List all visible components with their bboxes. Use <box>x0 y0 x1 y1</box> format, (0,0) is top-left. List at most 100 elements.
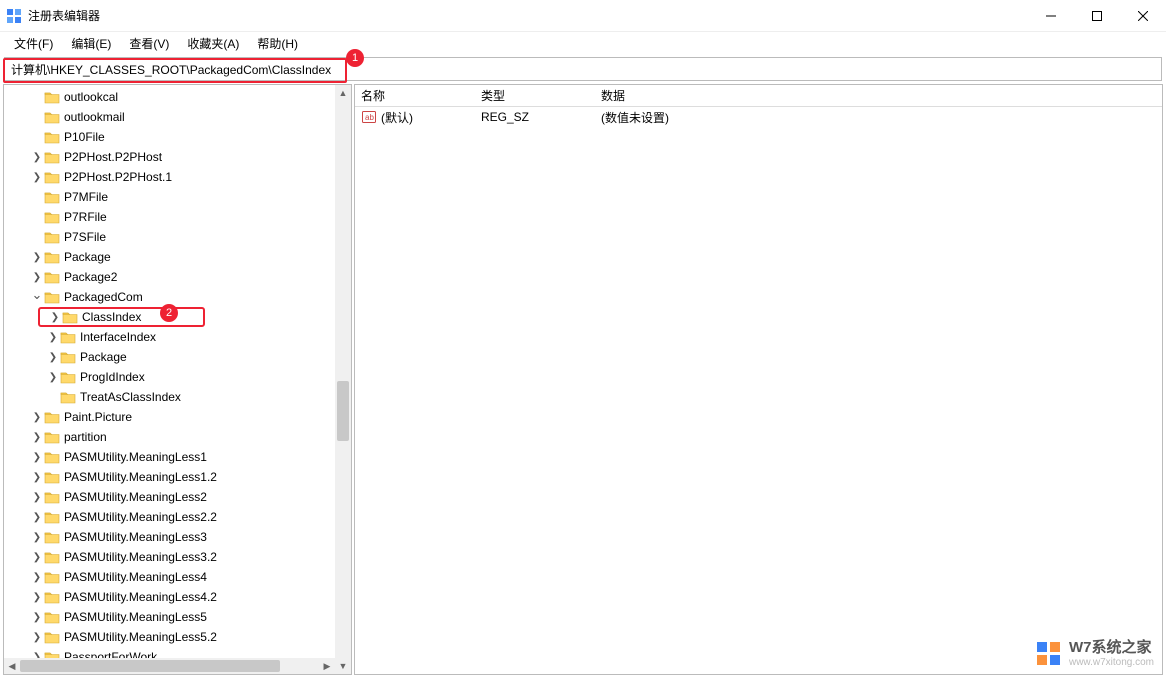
expand-icon[interactable]: ❯ <box>30 172 44 183</box>
folder-icon <box>44 650 60 658</box>
tree-item-partition[interactable]: ❯partition <box>4 427 335 447</box>
tree-item-pasmutility-meaningless3-2[interactable]: ❯PASMUtility.MeaningLess3.2 <box>4 547 335 567</box>
tree-item-label: TreatAsClassIndex <box>80 390 181 404</box>
expand-icon[interactable]: ❯ <box>46 372 60 383</box>
maximize-button[interactable] <box>1074 0 1120 32</box>
annotation-highlight-2: ❯ ClassIndex <box>38 307 205 327</box>
expand-icon[interactable]: ❯ <box>30 412 44 423</box>
tree-item-pasmutility-meaningless2-2[interactable]: ❯PASMUtility.MeaningLess2.2 <box>4 507 335 527</box>
expand-icon[interactable]: ❯ <box>30 272 44 283</box>
tree-item-pasmutility-meaningless5-2[interactable]: ❯ PASMUtility.MeaningLess5.2 <box>4 627 335 647</box>
scroll-left-icon[interactable]: ◀ <box>4 658 20 674</box>
tree-pane[interactable]: outlookcaloutlookmailP10File❯P2PHost.P2P… <box>3 84 352 675</box>
scroll-right-icon[interactable]: ▶ <box>319 658 335 674</box>
folder-icon <box>44 190 60 204</box>
tree-item-p7rfile[interactable]: P7RFile <box>4 207 335 227</box>
annotation-badge-1: 1 <box>346 49 364 67</box>
folder-icon <box>44 230 60 244</box>
expand-icon[interactable]: ❯ <box>30 632 44 643</box>
expand-icon[interactable]: ❯ <box>48 312 62 323</box>
tree-item-label: PASMUtility.MeaningLess5.2 <box>64 630 217 644</box>
tree-item-p2phost-p2phost[interactable]: ❯ P2PHost.P2PHost <box>4 147 335 167</box>
menu-file[interactable]: 文件(F) <box>6 33 61 54</box>
expand-icon[interactable]: ❯ <box>30 552 44 563</box>
expand-icon[interactable]: ❯ <box>30 472 44 483</box>
tree-item-package[interactable]: ❯Package <box>4 247 335 267</box>
column-name[interactable]: 名称 <box>355 84 475 107</box>
folder-icon <box>44 270 60 284</box>
expand-icon[interactable]: ❯ <box>30 432 44 443</box>
close-button[interactable] <box>1120 0 1166 32</box>
scroll-thumb-h[interactable] <box>20 660 280 672</box>
data-row[interactable]: ab (默认) REG_SZ (数值未设置) <box>355 107 1162 127</box>
tree-item-pasmutility-meaningless2[interactable]: ❯PASMUtility.MeaningLess2 <box>4 487 335 507</box>
tree-item-interfaceindex[interactable]: ❯InterfaceIndex <box>4 327 335 347</box>
column-data[interactable]: 数据 <box>595 84 1162 107</box>
expand-icon[interactable]: ⌄ <box>30 287 44 303</box>
tree-item-outlookcal[interactable]: outlookcal <box>4 87 335 107</box>
scroll-thumb[interactable] <box>337 381 349 441</box>
expand-icon[interactable]: ❯ <box>30 612 44 623</box>
scroll-down-icon[interactable]: ▼ <box>335 658 351 674</box>
scroll-track[interactable] <box>335 101 351 658</box>
tree-item-treatasclassindex[interactable]: TreatAsClassIndex <box>4 387 335 407</box>
menu-help[interactable]: 帮助(H) <box>249 33 306 54</box>
data-pane[interactable]: 名称 类型 数据 ab (默认) REG_SZ (数值未设置) <box>354 84 1163 675</box>
tree-item-label: P7MFile <box>64 190 108 204</box>
tree-item-pasmutility-meaningless1[interactable]: ❯PASMUtility.MeaningLess1 <box>4 447 335 467</box>
expand-icon[interactable]: ❯ <box>30 592 44 603</box>
tree-item-label: P7SFile <box>64 230 106 244</box>
tree-item-classindex[interactable]: ❯ ClassIndex <box>40 309 145 325</box>
expand-icon[interactable]: ❯ <box>30 532 44 543</box>
folder-icon <box>44 450 60 464</box>
tree-item-label: ProgIdIndex <box>80 370 145 384</box>
expand-icon[interactable]: ❯ <box>30 452 44 463</box>
tree-item-p7mfile[interactable]: P7MFile <box>4 187 335 207</box>
tree-item-pasmutility-meaningless4-2[interactable]: ❯ PASMUtility.MeaningLess4.2 <box>4 587 335 607</box>
minimize-button[interactable] <box>1028 0 1074 32</box>
tree-scrollbar-horizontal[interactable]: ◀ ▶ <box>4 658 335 674</box>
watermark-url: www.w7xitong.com <box>1069 657 1154 668</box>
tree-item-pasmutility-meaningless1-2[interactable]: ❯PASMUtility.MeaningLess1.2 <box>4 467 335 487</box>
column-type[interactable]: 类型 <box>475 84 595 107</box>
tree-item-p7sfile[interactable]: P7SFile <box>4 227 335 247</box>
tree-item-label: PASMUtility.MeaningLess4.2 <box>64 590 217 604</box>
expand-icon[interactable]: ❯ <box>46 352 60 363</box>
folder-icon <box>60 370 76 384</box>
value-type: REG_SZ <box>475 109 595 125</box>
tree-item-label: PASMUtility.MeaningLess5 <box>64 610 207 624</box>
menu-view[interactable]: 查看(V) <box>121 33 177 54</box>
tree-item-label: PassportForWork <box>64 650 157 658</box>
expand-icon[interactable]: ❯ <box>30 572 44 583</box>
tree-item-p2phost-p2phost-1[interactable]: ❯P2PHost.P2PHost.1 <box>4 167 335 187</box>
expand-icon[interactable]: ❯ <box>30 152 44 163</box>
expand-icon[interactable]: ❯ <box>30 252 44 263</box>
tree-item-pasmutility-meaningless3[interactable]: ❯ PASMUtility.MeaningLess3 <box>4 527 335 547</box>
tree-item-progidindex[interactable]: ❯ ProgIdIndex <box>4 367 335 387</box>
tree-item-passportforwork[interactable]: ❯PassportForWork <box>4 647 335 658</box>
tree-item-pasmutility-meaningless5[interactable]: ❯ PASMUtility.MeaningLess5 <box>4 607 335 627</box>
scroll-up-icon[interactable]: ▲ <box>335 85 351 101</box>
expand-icon[interactable]: ❯ <box>46 332 60 343</box>
tree-item-label: PASMUtility.MeaningLess3 <box>64 530 207 544</box>
address-bar[interactable]: 计算机\HKEY_CLASSES_ROOT\PackagedCom\ClassI… <box>4 57 1162 81</box>
tree-item-p10file[interactable]: P10File <box>4 127 335 147</box>
scroll-track-h[interactable] <box>20 658 319 674</box>
tree-item-package[interactable]: ❯ Package <box>4 347 335 367</box>
expand-icon[interactable]: ❯ <box>30 492 44 503</box>
window-controls <box>1028 0 1166 32</box>
tree-item-label: Package <box>80 350 127 364</box>
menu-edit[interactable]: 编辑(E) <box>63 33 119 54</box>
tree-item-pasmutility-meaningless4[interactable]: ❯PASMUtility.MeaningLess4 <box>4 567 335 587</box>
tree-item-paint-picture[interactable]: ❯Paint.Picture <box>4 407 335 427</box>
tree-scrollbar-vertical[interactable]: ▲ ▼ <box>335 85 351 674</box>
folder-icon <box>44 610 60 624</box>
expand-icon[interactable]: ❯ <box>30 512 44 523</box>
registry-tree[interactable]: outlookcaloutlookmailP10File❯P2PHost.P2P… <box>4 85 335 658</box>
tree-item-outlookmail[interactable]: outlookmail <box>4 107 335 127</box>
menu-favorites[interactable]: 收藏夹(A) <box>179 33 247 54</box>
folder-icon <box>62 310 78 324</box>
tree-item-package2[interactable]: ❯Package2 <box>4 267 335 287</box>
tree-item-label: P2PHost.P2PHost <box>64 150 162 164</box>
tree-item-label: ClassIndex <box>82 310 141 324</box>
